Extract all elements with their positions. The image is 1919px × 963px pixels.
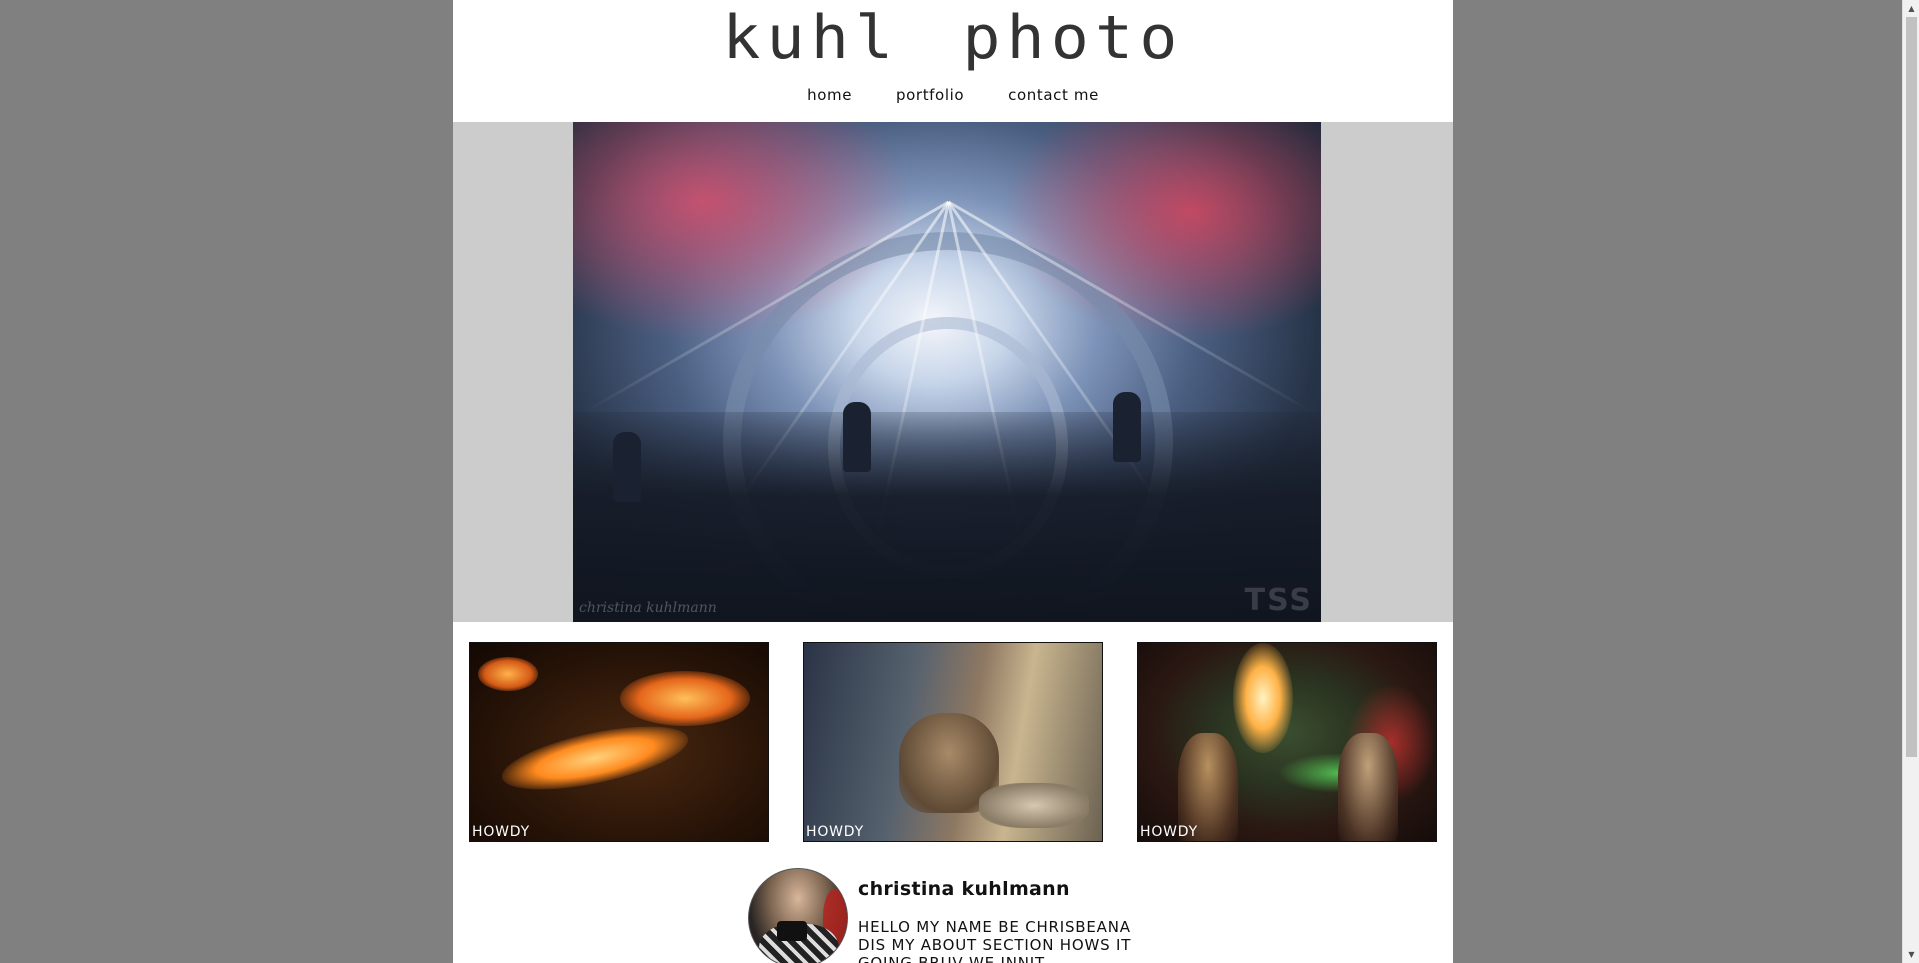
nav-home-link[interactable]: home	[807, 86, 852, 104]
flame-shape	[1233, 643, 1293, 753]
raised-hand	[843, 402, 871, 472]
thumbnail-caption: HOWDY	[472, 824, 530, 840]
logo-text: kuhl photo	[722, 3, 1184, 73]
scroll-up-arrow-icon[interactable]: ▲	[1903, 0, 1919, 17]
scrollbar-thumb[interactable]	[1906, 17, 1917, 757]
thumbnail-dog[interactable]: HOWDY	[803, 642, 1103, 842]
avatar	[748, 868, 848, 963]
flame-shape	[620, 671, 750, 726]
raised-hand	[613, 432, 641, 502]
thumbnail-fire-dancer[interactable]: HOWDY	[469, 642, 769, 842]
hero-banner: christina kuhlmann TSS	[453, 122, 1453, 622]
page-scrollbar[interactable]: ▲ ▼	[1902, 0, 1919, 963]
raised-hand	[1113, 392, 1141, 462]
site-header: kuhl photo home portfolio contact me	[453, 0, 1453, 122]
performer-shape	[1338, 733, 1398, 841]
hero-concert-photo[interactable]: christina kuhlmann TSS	[573, 122, 1321, 622]
main-nav: home portfolio contact me	[453, 86, 1453, 104]
nav-contact-link[interactable]: contact me	[1008, 86, 1099, 104]
about-bio: HELLO MY NAME BE CHRISBEANA DIS MY ABOUT…	[858, 918, 1132, 963]
about-name: christina kuhlmann	[858, 878, 1070, 900]
dog-bed-shape	[979, 783, 1089, 828]
thumbnail-fire-performers[interactable]: HOWDY	[1137, 642, 1437, 842]
photo-watermark: christina kuhlmann	[579, 600, 717, 616]
scroll-down-arrow-icon[interactable]: ▼	[1903, 946, 1919, 963]
about-section: christina kuhlmann HELLO MY NAME BE CHRI…	[453, 868, 1453, 963]
thumbnail-caption: HOWDY	[1140, 824, 1198, 840]
thumbnail-caption: HOWDY	[806, 824, 864, 840]
flame-shape	[478, 657, 538, 691]
site-logo[interactable]: kuhl photo	[453, 6, 1453, 70]
flame-shape	[496, 713, 694, 803]
event-watermark: TSS	[1244, 583, 1313, 618]
crowd-silhouette	[573, 412, 1321, 622]
camera-icon	[777, 921, 807, 941]
page-container: kuhl photo home portfolio contact me chr…	[453, 0, 1453, 963]
nav-portfolio-link[interactable]: portfolio	[896, 86, 964, 104]
thumbnail-row: HOWDY HOWDY HOWDY	[469, 642, 1437, 842]
